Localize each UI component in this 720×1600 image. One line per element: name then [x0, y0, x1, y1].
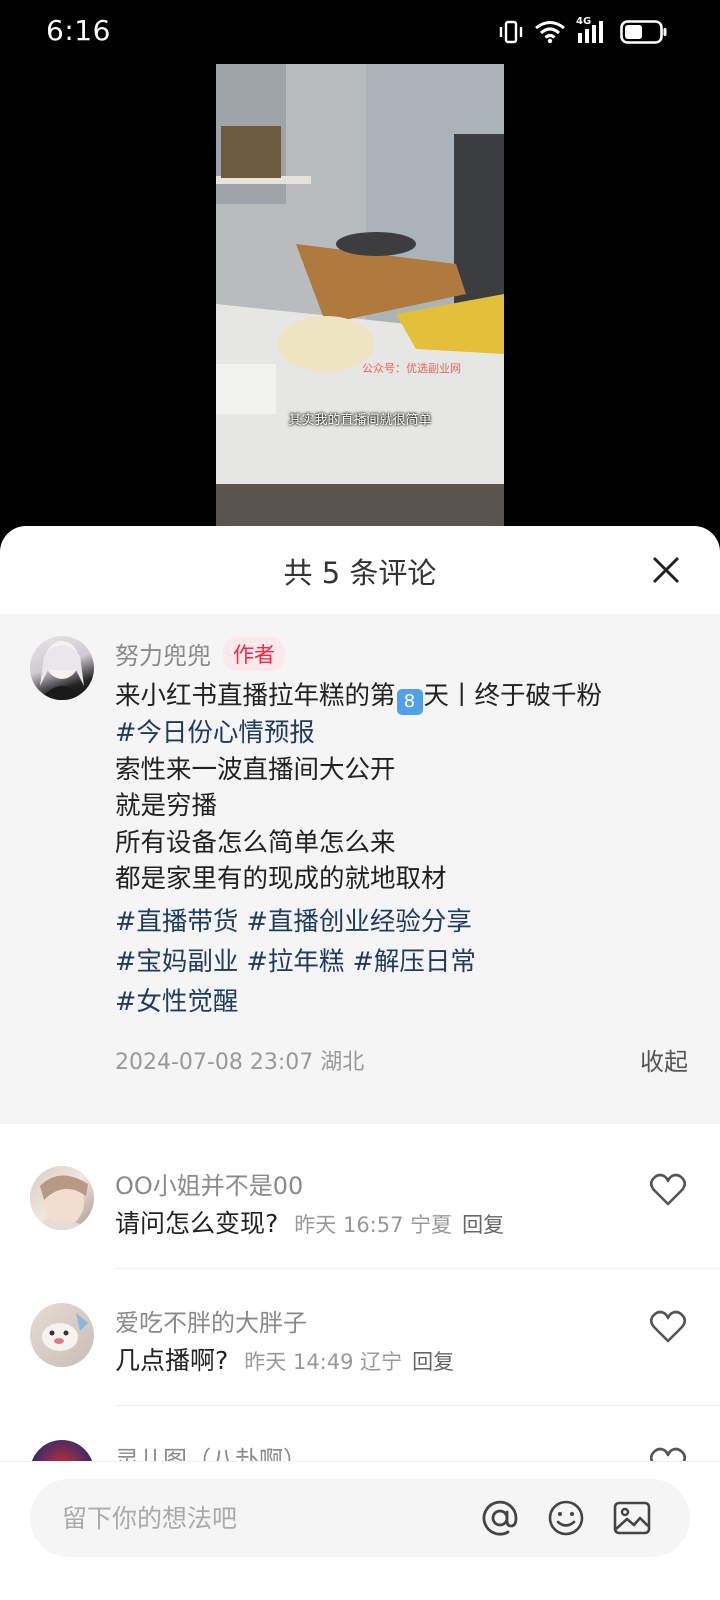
comment-item: OO小姐并不是00 请问怎么变现? 昨天 16:57 宁夏 回复 [0, 1132, 720, 1269]
like-button[interactable] [648, 1170, 688, 1210]
comment-body: 请问怎么变现? 昨天 16:57 宁夏 回复 [115, 1204, 504, 1240]
comment-text[interactable]: 请问怎么变现? [115, 1204, 278, 1240]
post-line-1: 来小红书直播拉年糕的第 8 天丨终于破千粉 [115, 678, 695, 715]
post-line: 所有设备怎么简单怎么来 [115, 827, 396, 858]
collapse-button[interactable]: 收起 [640, 1042, 688, 1077]
post-line: 就是穷播 [115, 791, 218, 821]
comment-avatar[interactable] [30, 1303, 94, 1367]
comment-input-bar [0, 1461, 720, 1600]
comment-text[interactable]: 几点播啊? [115, 1341, 228, 1377]
reply-button[interactable]: 回复 [462, 1209, 504, 1239]
post-line: 都是家里有的现成的就地取材 [115, 864, 447, 894]
status-icons: 4G [498, 16, 668, 46]
comment-meta: 昨天 14:49 辽宁 [244, 1350, 403, 1374]
author-badge: 作者 [223, 636, 285, 671]
hashtag-link[interactable]: #直播创业经验分享 [246, 907, 471, 937]
comment-username[interactable]: 爱吃不胖的大胖子 [115, 1303, 307, 1338]
status-bar: 6:16 4G [0, 0, 720, 64]
video-frame[interactable]: 公众号：优选副业网 其实我的直播间就很简单 [216, 64, 504, 530]
video-scene [216, 64, 504, 530]
like-button[interactable] [648, 1307, 688, 1347]
post-line-hashtag: #今日份心情预报 [115, 715, 695, 752]
author-post: 努力兜兜 作者 来小红书直播拉年糕的第 8 天丨终于破千粉 #今日份心情预报 索性来… [0, 614, 720, 1124]
heart-icon [649, 1310, 687, 1343]
author-name-row: 努力兜兜 作者 [115, 636, 285, 671]
heart-icon [649, 1173, 687, 1206]
post-location: 湖北 [320, 1050, 365, 1075]
wifi-icon [535, 21, 565, 44]
comment-meta: 昨天 16:57 宁夏 [294, 1213, 453, 1237]
comment-avatar[interactable] [30, 1166, 94, 1230]
author-username[interactable]: 努力兜兜 [115, 636, 211, 671]
comment-username[interactable]: OO小姐并不是00 [115, 1166, 303, 1201]
image-icon[interactable] [612, 1498, 652, 1538]
hashtag-link[interactable]: #宝妈副业 [115, 947, 238, 977]
status-time: 6:16 [46, 14, 111, 47]
reply-button[interactable]: 回复 [412, 1346, 454, 1376]
comment-input[interactable] [60, 1479, 460, 1557]
post-line: 索性来一波直播间大公开 [115, 754, 396, 785]
video-watermark: 公众号：优选副业网 [362, 362, 461, 375]
hashtag-link[interactable]: #直播带货 [115, 907, 238, 937]
hashtag-link[interactable]: #女性觉醒 [115, 987, 238, 1017]
hashtag-link[interactable]: #今日份心情预报 [115, 718, 315, 748]
video-player[interactable]: 公众号：优选副业网 其实我的直播间就很简单 [0, 64, 720, 530]
post-timestamp: 2024-07-08 23:07 [115, 1050, 314, 1075]
mention-icon[interactable] [480, 1498, 520, 1538]
hashtag-link[interactable]: #拉年糕 [246, 947, 344, 977]
comment-input-box[interactable] [30, 1479, 690, 1557]
close-icon [652, 556, 680, 584]
video-caption: 其实我的直播间就很简单 [288, 413, 432, 428]
post-body: 来小红书直播拉年糕的第 8 天丨终于破千粉 #今日份心情预报 索性来一波直播间大公开… [115, 678, 695, 1022]
author-avatar[interactable] [30, 636, 94, 700]
sheet-header: 共 5 条评论 [0, 526, 720, 614]
comments-title: 共 5 条评论 [283, 556, 437, 590]
close-button[interactable] [646, 550, 686, 590]
comments-sheet: 共 5 条评论 努力兜兜 作者 来小红书直播拉年糕的第 8 天丨终于破千粉 #今日份 [0, 526, 720, 1600]
vibrate-icon [499, 20, 523, 44]
post-tags: #直播带货 #直播创业经验分享 #宝妈副业 #拉年糕 #解压日常 #女性觉醒 [115, 902, 695, 1022]
comment-body: 几点播啊? 昨天 14:49 辽宁 回复 [115, 1341, 454, 1377]
emoji-icon[interactable] [546, 1498, 586, 1538]
battery-icon [620, 20, 667, 44]
comment-item: 爱吃不胖的大胖子 几点播啊? 昨天 14:49 辽宁 回复 [0, 1269, 720, 1406]
post-meta: 2024-07-08 23:07 湖北 [115, 1044, 364, 1076]
number-eight-emoji: 8 [396, 689, 423, 715]
signal-icon: 4G [576, 16, 610, 45]
hashtag-link[interactable]: #解压日常 [352, 947, 475, 977]
